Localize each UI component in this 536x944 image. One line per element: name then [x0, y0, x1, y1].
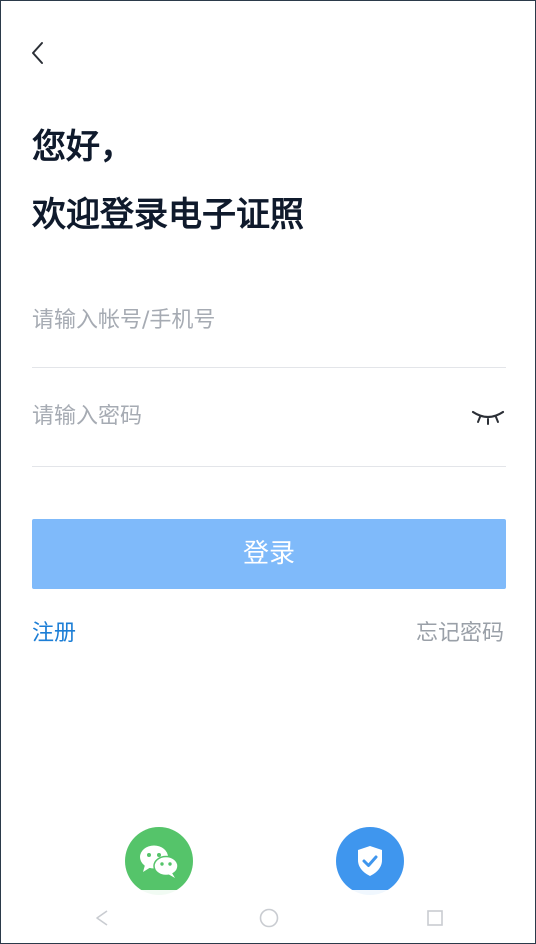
- wechat-login-button[interactable]: [125, 827, 193, 895]
- nav-back-button[interactable]: [90, 906, 114, 930]
- password-input[interactable]: [32, 397, 452, 437]
- register-link[interactable]: 注册: [32, 618, 76, 650]
- login-screen: 您好， 欢迎登录电子证照 登录 注册 忘记密码: [0, 0, 536, 944]
- greeting-subtitle: 欢迎登录电子证照: [32, 195, 304, 235]
- account-input[interactable]: [32, 301, 452, 341]
- system-navigation-bar: [1, 890, 535, 943]
- greeting-title: 您好，: [32, 127, 134, 167]
- nav-back-icon: [96, 910, 108, 926]
- nav-home-button[interactable]: [257, 906, 281, 930]
- login-button[interactable]: 登录: [32, 519, 506, 589]
- account-field: [32, 301, 506, 368]
- forgot-password-link[interactable]: 忘记密码: [416, 618, 504, 650]
- nav-recent-icon: [427, 910, 443, 926]
- certificate-login-button[interactable]: [336, 827, 404, 895]
- nav-home-icon: [259, 908, 279, 928]
- wechat-icon: [140, 845, 179, 878]
- back-button[interactable]: [23, 37, 51, 69]
- nav-recent-button[interactable]: [423, 906, 447, 930]
- shield-check-icon: [358, 846, 382, 876]
- password-field: [32, 397, 506, 467]
- eye-closed-icon: [471, 410, 505, 425]
- password-visibility-toggle[interactable]: [470, 403, 506, 431]
- chevron-left-icon: [32, 42, 43, 64]
